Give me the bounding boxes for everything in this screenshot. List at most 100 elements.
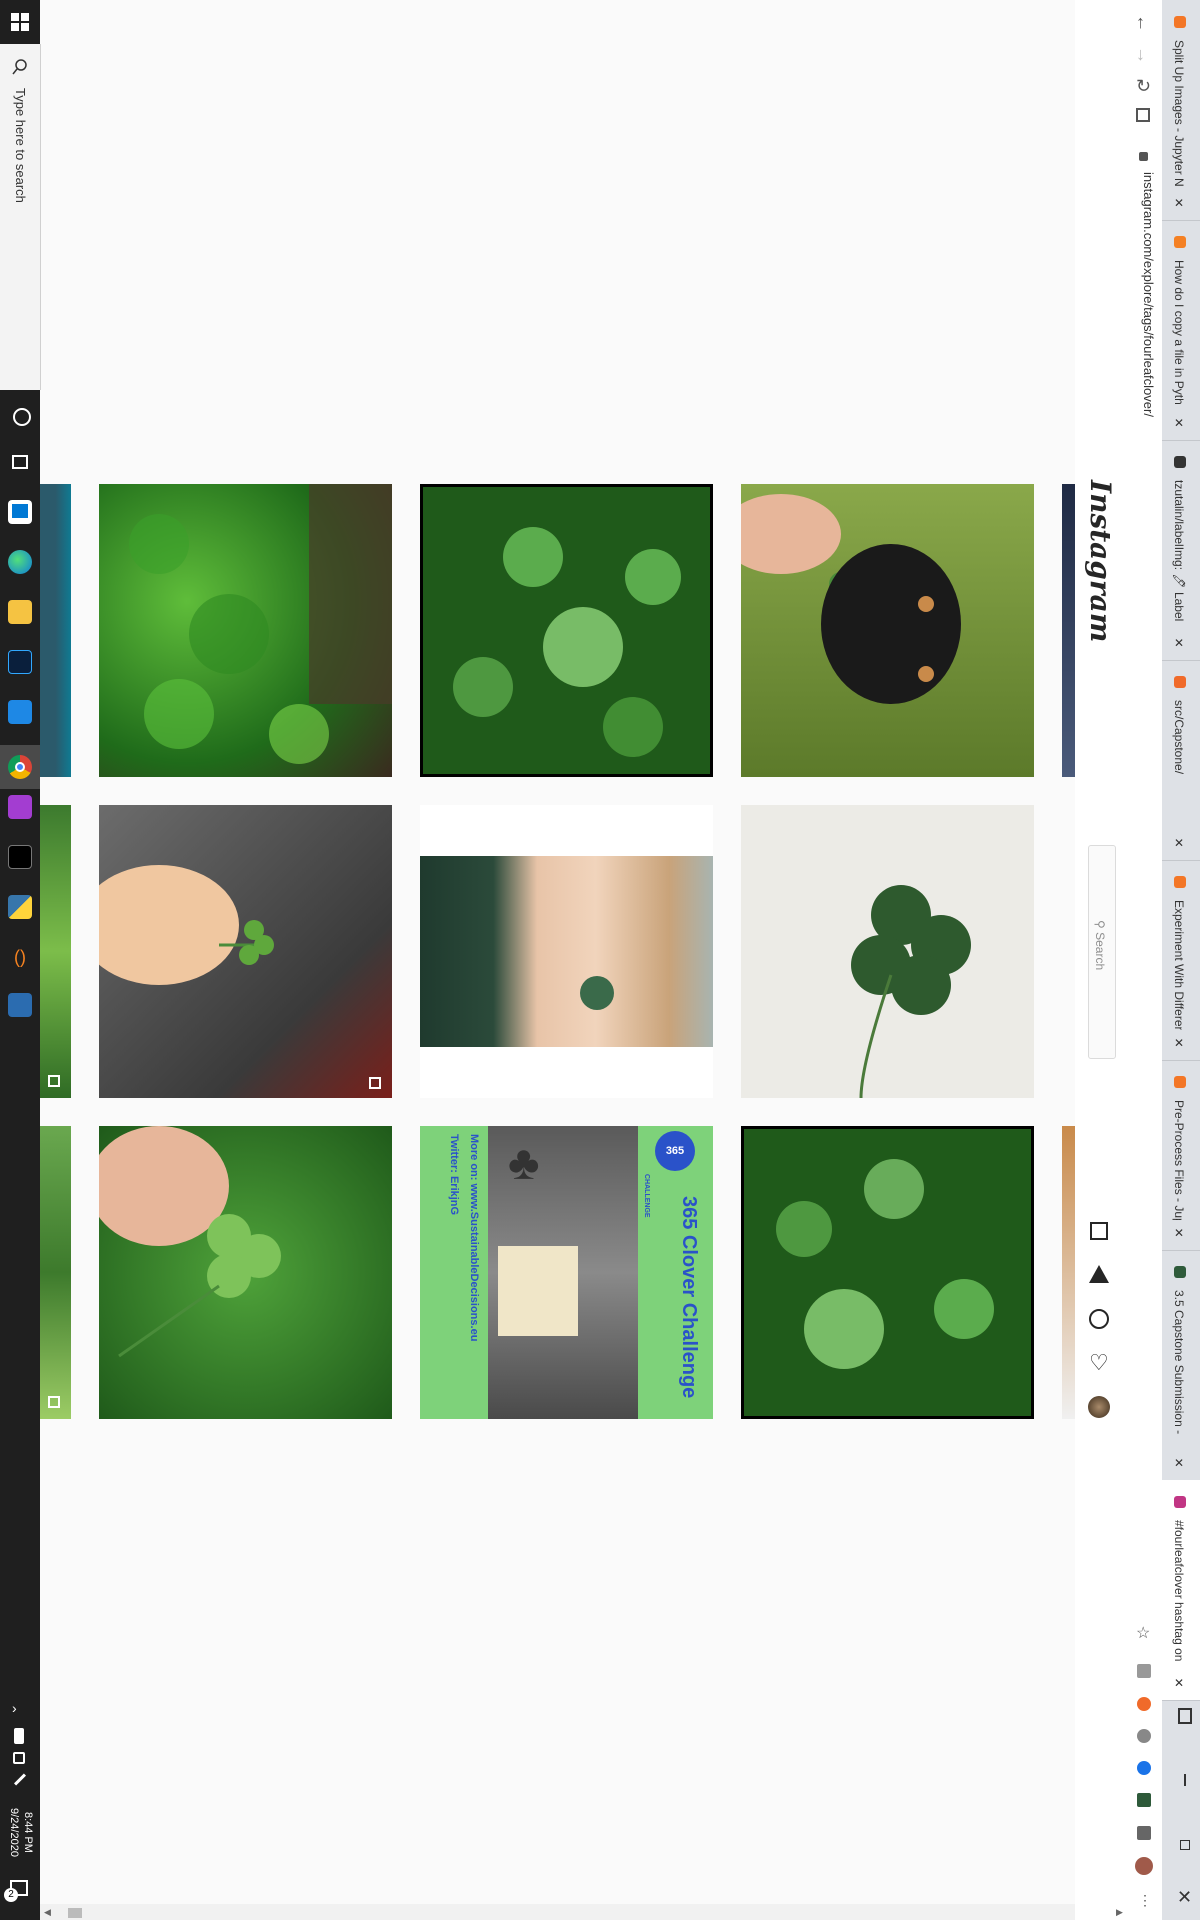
minimize-icon[interactable] <box>1184 1774 1186 1786</box>
bookmark-star-icon[interactable]: ☆ <box>1136 1623 1150 1643</box>
restore-icon[interactable] <box>1180 1840 1190 1850</box>
post-tile[interactable] <box>420 484 713 777</box>
post-partial-left-1[interactable] <box>40 484 71 777</box>
close-window-icon[interactable]: ✕ <box>1177 1887 1192 1908</box>
post-partial-right-2[interactable] <box>1062 805 1075 1098</box>
extension-circle-icon[interactable] <box>1137 1729 1151 1743</box>
hand-holding-clover-grass-image <box>99 1126 281 1358</box>
browser-toolbar: ↑ ↓ ↻ instagram.com/explore/tags/fourlea… <box>1126 0 1163 1920</box>
browser-tab[interactable]: 3.5 Capstone Submission - ✕ <box>1162 1250 1200 1481</box>
tab-close-icon[interactable]: ✕ <box>1174 196 1184 210</box>
calculator-icon[interactable] <box>8 993 32 1017</box>
tab-title: Split Up Images - Jupyter N <box>1172 40 1186 187</box>
post-tile[interactable] <box>741 484 1034 777</box>
post-tile[interactable] <box>741 805 1034 1098</box>
extension-g-icon[interactable] <box>1137 1664 1151 1678</box>
tab-close-icon[interactable]: ✕ <box>1174 1456 1184 1470</box>
tab-favicon-icon <box>1174 876 1186 888</box>
battery-icon[interactable] <box>14 1728 24 1744</box>
onenote-icon[interactable] <box>8 795 32 819</box>
tab-favicon-icon <box>1174 676 1186 688</box>
tab-favicon-icon <box>1174 236 1186 248</box>
profile-avatar[interactable] <box>1088 1396 1110 1418</box>
tab-close-icon[interactable]: ✕ <box>1174 416 1184 430</box>
instagram-search-box[interactable]: ⚲ Search <box>1088 845 1116 1059</box>
browser-tab[interactable]: Experiment With Different ✕ <box>1162 860 1200 1061</box>
post-tile[interactable]: ♣ 365 Clover Challenge 365 CHALLENGE Mor… <box>420 1126 713 1419</box>
direct-message-icon[interactable] <box>1089 1265 1109 1283</box>
tab-close-icon[interactable]: ✕ <box>1174 1226 1184 1240</box>
tab-favicon-icon <box>1174 456 1186 468</box>
post-partial-left-3[interactable] <box>40 1126 71 1419</box>
store-icon[interactable] <box>8 500 32 524</box>
carousel-icon <box>369 1077 381 1089</box>
taskbar-time[interactable]: 8:44 PM <box>22 1812 34 1853</box>
terminal-icon[interactable] <box>8 845 32 869</box>
instagram-search-placeholder: ⚲ Search <box>1093 920 1107 971</box>
tab-title: tzutalin/labelImg: 🖊 Label <box>1172 480 1186 622</box>
chrome-icon[interactable] <box>0 745 40 789</box>
split-window-icon[interactable] <box>1178 1708 1192 1724</box>
network-icon[interactable] <box>13 1752 25 1764</box>
start-button[interactable] <box>8 10 32 34</box>
tab-close-icon[interactable]: ✕ <box>1174 636 1184 650</box>
browser-tab[interactable]: tzutalin/labelImg: 🖊 Label ✕ <box>1162 440 1200 661</box>
carousel-icon <box>48 1075 60 1087</box>
horizontal-scrollbar[interactable]: ◀ ▶ <box>40 1904 1123 1920</box>
dog-with-clover-image <box>741 494 961 704</box>
brackets-icon[interactable]: () <box>8 945 32 969</box>
challenge-twitter: Twitter: ErikjnG <box>448 1134 460 1216</box>
post-partial-right-3[interactable] <box>1062 1126 1075 1419</box>
browser-tab[interactable]: src/Capstone/ ✕ <box>1162 660 1200 861</box>
azure-data-studio-icon[interactable] <box>8 700 32 724</box>
python-icon[interactable] <box>8 895 32 919</box>
cortana-icon[interactable] <box>13 408 31 426</box>
home-page-icon[interactable] <box>1136 108 1150 122</box>
taskbar-date[interactable]: 9/24/2020 <box>8 1808 20 1857</box>
chrome-menu-icon[interactable]: ⋮ <box>1138 1892 1152 1909</box>
activity-heart-icon[interactable]: ♡ <box>1089 1352 1109 1374</box>
chrome-profile-avatar[interactable] <box>1135 1857 1153 1875</box>
address-bar-url[interactable]: instagram.com/explore/tags/fourleafclove… <box>1141 172 1156 417</box>
extension-green-icon[interactable] <box>1137 1793 1151 1807</box>
tab-close-icon[interactable]: ✕ <box>1174 1676 1184 1690</box>
forward-icon[interactable]: ↓ <box>1136 44 1145 65</box>
post-tile[interactable] <box>99 1126 392 1419</box>
back-icon[interactable]: ↑ <box>1136 12 1145 33</box>
explore-icon[interactable] <box>1089 1309 1109 1329</box>
post-partial-left-2[interactable] <box>40 805 71 1098</box>
show-hidden-icons-chevron[interactable]: › <box>12 1700 17 1716</box>
post-tile[interactable] <box>741 1126 1034 1419</box>
post-tile[interactable] <box>99 805 392 1098</box>
extension-blue-icon[interactable] <box>1137 1761 1151 1775</box>
scroll-left-arrow[interactable]: ◀ <box>44 1907 51 1918</box>
tab-title: src/Capstone/ <box>1172 700 1186 775</box>
tab-close-icon[interactable]: ✕ <box>1174 1036 1184 1050</box>
edge-icon[interactable] <box>8 550 32 574</box>
file-explorer-icon[interactable] <box>8 600 32 624</box>
task-view-icon[interactable] <box>12 455 28 469</box>
scroll-right-arrow[interactable]: ▶ <box>1116 1907 1123 1918</box>
extensions-puzzle-icon[interactable] <box>1137 1826 1151 1840</box>
challenge-badge: 365 <box>655 1131 695 1171</box>
scrollbar-thumb[interactable] <box>68 1908 82 1918</box>
photoshop-icon[interactable] <box>8 650 32 674</box>
browser-tab[interactable]: Pre-Process Files - Jupyter ✕ <box>1162 1060 1200 1251</box>
post-partial-right-1[interactable] <box>1062 484 1075 777</box>
post-tile[interactable] <box>99 484 392 777</box>
browser-tab[interactable]: Split Up Images - Jupyter N ✕ <box>1162 0 1200 221</box>
taskbar-search-placeholder: Type here to search <box>13 88 28 203</box>
reload-icon[interactable]: ↻ <box>1136 76 1151 97</box>
browser-tab[interactable]: How do I copy a file in Pyth ✕ <box>1162 220 1200 441</box>
taskbar-search-box[interactable]: Type here to search <box>0 44 41 390</box>
challenge-badge-sub: CHALLENGE <box>643 1174 650 1218</box>
challenge-title: 365 Clover Challenge <box>678 1196 700 1399</box>
tab-favicon-icon <box>1174 1496 1186 1508</box>
pen-icon[interactable] <box>13 1773 27 1786</box>
tab-close-icon[interactable]: ✕ <box>1174 836 1184 850</box>
home-icon[interactable] <box>1090 1222 1108 1240</box>
post-tile[interactable] <box>420 805 713 1098</box>
instagram-logo[interactable]: Instagram <box>1084 480 1117 642</box>
extension-orange-icon[interactable] <box>1137 1697 1151 1711</box>
browser-tab[interactable]: #fourleafclover hashtag on ✕ <box>1162 1480 1200 1701</box>
